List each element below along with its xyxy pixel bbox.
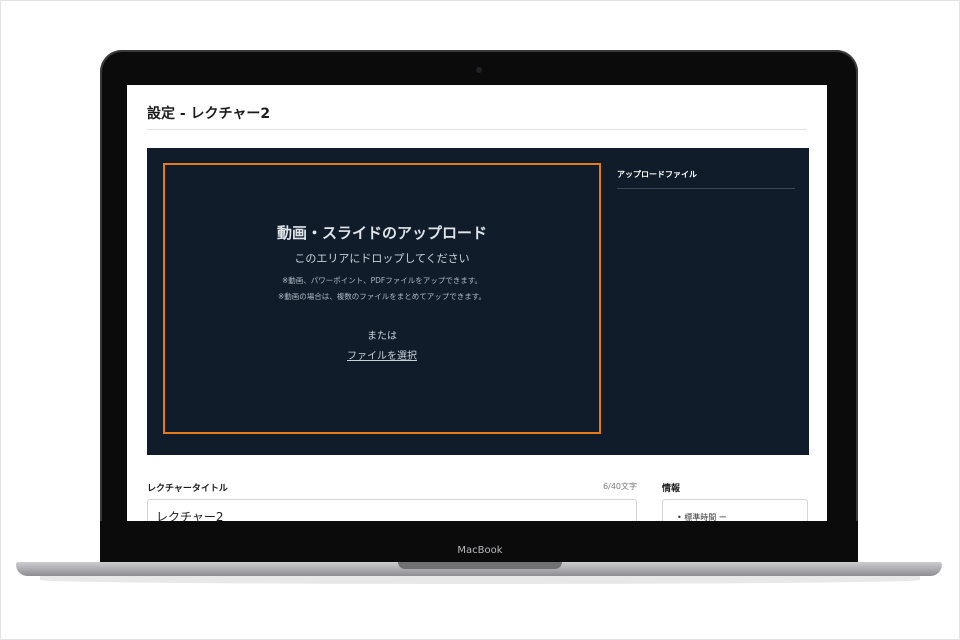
dropzone-heading: 動画・スライドのアップロード [276, 224, 487, 242]
info-label: 情報 [662, 484, 681, 494]
char-count: 6/40文字 [603, 482, 637, 491]
dropzone-note: ※動画の場合は、複数のファイルをまとめてアップできます。 [277, 292, 487, 301]
info-item: • 標準時間 ー [677, 513, 727, 521]
upload-panel: 動画・スライドのアップロード このエリアにドロップしてください ※動画、パワーポ… [147, 148, 809, 455]
dropzone-subheading: このエリアにドロップしてください [294, 252, 470, 265]
uploaded-files-title: アップロードファイル [617, 170, 697, 179]
page-title: 設定 - レクチャー2 [147, 106, 271, 122]
uploaded-files-divider [617, 188, 795, 189]
dropzone-note: ※動画、パワーポイント、PDFファイルをアップできます。 [282, 276, 482, 285]
laptop-screen: 設定 - レクチャー2 動画・スライドのアップロード このエリアにドロップしてく… [127, 85, 827, 521]
upload-dropzone[interactable]: 動画・スライドのアップロード このエリアにドロップしてください ※動画、パワーポ… [163, 163, 601, 434]
brand-label: MacBook [457, 545, 503, 556]
camera-icon [476, 67, 482, 73]
laptop-shadow [40, 576, 920, 584]
lecture-title-label: レクチャータイトル [147, 484, 228, 494]
title-divider [147, 129, 807, 130]
lecture-title-input[interactable] [147, 499, 637, 521]
laptop-opening-notch [398, 562, 562, 569]
dropzone-or-text: または [367, 331, 397, 342]
select-file-link[interactable]: ファイルを選択 [165, 347, 599, 362]
info-box: • 標準時間 ー [662, 499, 808, 521]
